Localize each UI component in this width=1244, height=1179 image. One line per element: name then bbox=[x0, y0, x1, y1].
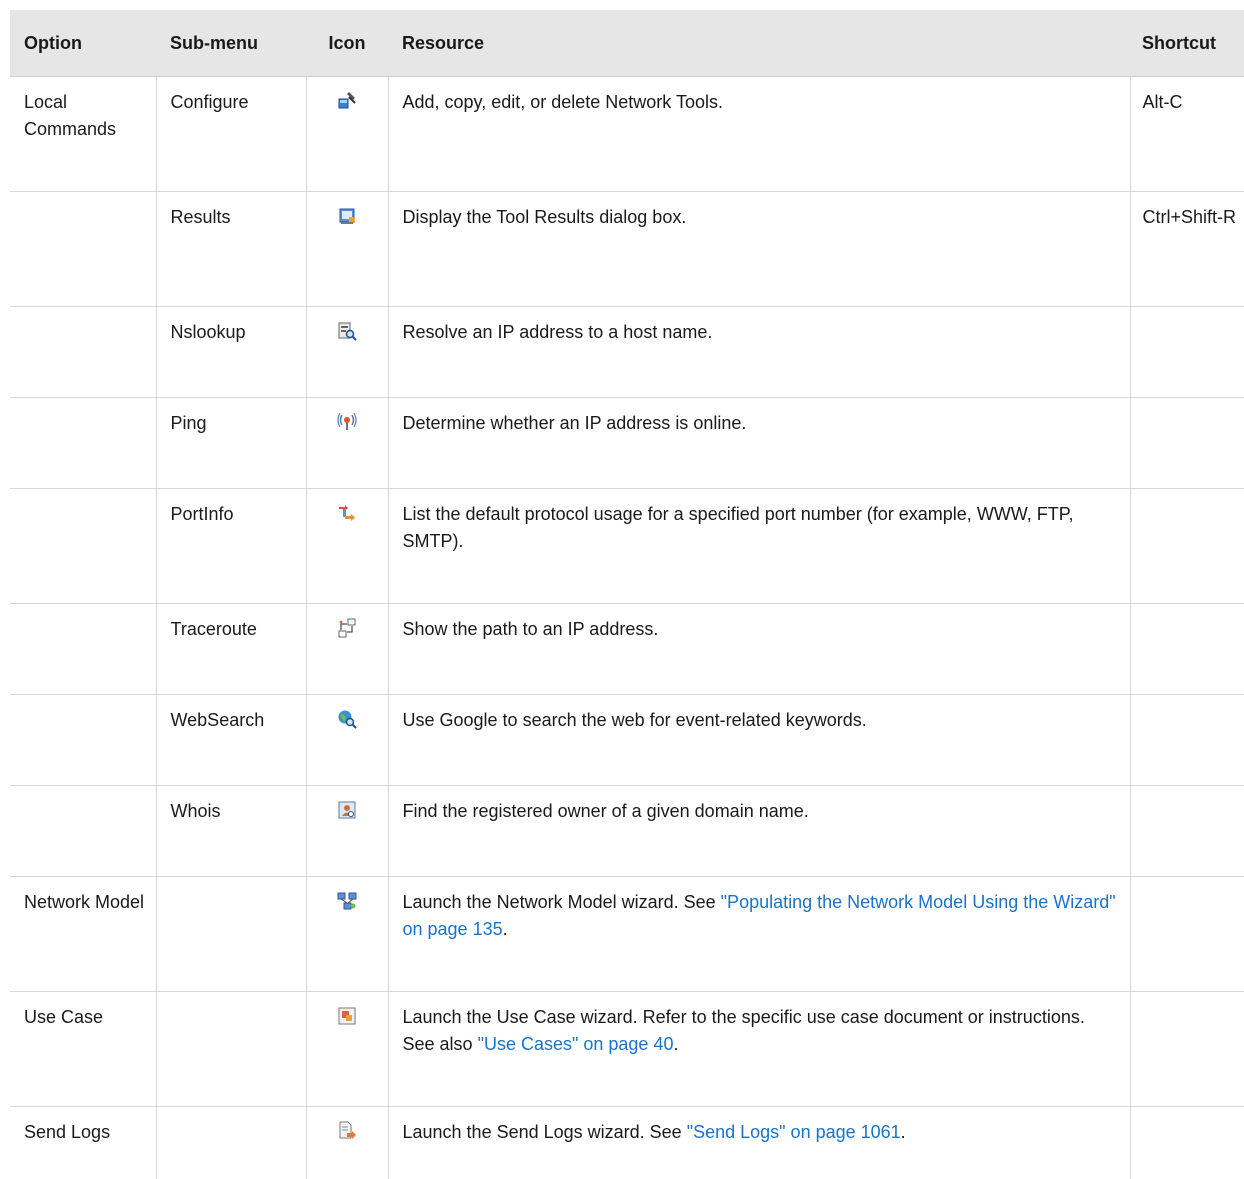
shortcut-cell: Ctrl+Shift-R bbox=[1130, 192, 1244, 307]
submenu-cell bbox=[156, 1107, 306, 1179]
table-row: Nslookup Resolve an IP address to a host… bbox=[10, 307, 1244, 398]
shortcut-cell bbox=[1130, 604, 1244, 695]
resource-cell: Launch the Network Model wizard. See "Po… bbox=[388, 877, 1130, 992]
resource-cell: List the default protocol usage for a sp… bbox=[388, 489, 1130, 604]
table-row: Traceroute Show the path to an IP addres… bbox=[10, 604, 1244, 695]
submenu-cell: PortInfo bbox=[156, 489, 306, 604]
option-cell bbox=[10, 695, 156, 786]
shortcut-cell bbox=[1130, 398, 1244, 489]
nslookup-icon bbox=[337, 321, 357, 341]
shortcut-cell bbox=[1130, 1107, 1244, 1179]
resource-cell: Determine whether an IP address is onlin… bbox=[388, 398, 1130, 489]
submenu-cell: Ping bbox=[156, 398, 306, 489]
portinfo-icon bbox=[337, 503, 357, 523]
header-option: Option bbox=[10, 10, 156, 77]
table-row: Results Display the Tool Results dialog … bbox=[10, 192, 1244, 307]
configure-icon bbox=[337, 91, 357, 111]
header-submenu: Sub-menu bbox=[156, 10, 306, 77]
option-cell bbox=[10, 192, 156, 307]
option-cell bbox=[10, 398, 156, 489]
submenu-cell bbox=[156, 992, 306, 1107]
table-row: Ping Determine whether an IP address is … bbox=[10, 398, 1244, 489]
use-case-icon bbox=[337, 1006, 357, 1026]
use-cases-link[interactable]: "Use Cases" on page 40 bbox=[478, 1034, 674, 1054]
table-row: Whois Find the registered owner of a giv… bbox=[10, 786, 1244, 877]
option-cell bbox=[10, 786, 156, 877]
send-logs-icon bbox=[337, 1121, 357, 1141]
table-row: Network Model Launch the Network Model w… bbox=[10, 877, 1244, 992]
option-cell: Local Commands bbox=[10, 77, 156, 192]
shortcut-cell: Alt-C bbox=[1130, 77, 1244, 192]
network-model-icon bbox=[337, 891, 357, 911]
submenu-cell: Whois bbox=[156, 786, 306, 877]
table-row: Send Logs Launch the Send Logs wizard. S… bbox=[10, 1107, 1244, 1179]
whois-icon bbox=[337, 800, 357, 820]
table-row: PortInfo List the default protocol usage… bbox=[10, 489, 1244, 604]
option-cell: Send Logs bbox=[10, 1107, 156, 1179]
resource-cell: Resolve an IP address to a host name. bbox=[388, 307, 1130, 398]
resource-cell: Find the registered owner of a given dom… bbox=[388, 786, 1130, 877]
shortcut-cell bbox=[1130, 695, 1244, 786]
option-cell bbox=[10, 489, 156, 604]
table-row: Use Case Launch the Use Case wizard. Ref… bbox=[10, 992, 1244, 1107]
submenu-cell: Nslookup bbox=[156, 307, 306, 398]
submenu-cell: Traceroute bbox=[156, 604, 306, 695]
resource-cell: Launch the Send Logs wizard. See "Send L… bbox=[388, 1107, 1130, 1179]
tools-table: Option Sub-menu Icon Resource Shortcut L… bbox=[10, 10, 1244, 1179]
submenu-cell: Configure bbox=[156, 77, 306, 192]
shortcut-cell bbox=[1130, 877, 1244, 992]
traceroute-icon bbox=[337, 618, 357, 638]
table-header-row: Option Sub-menu Icon Resource Shortcut bbox=[10, 10, 1244, 77]
resource-cell: Launch the Use Case wizard. Refer to the… bbox=[388, 992, 1130, 1107]
resource-cell: Add, copy, edit, or delete Network Tools… bbox=[388, 77, 1130, 192]
option-cell: Use Case bbox=[10, 992, 156, 1107]
option-cell: Network Model bbox=[10, 877, 156, 992]
header-shortcut: Shortcut bbox=[1130, 10, 1244, 77]
header-icon: Icon bbox=[306, 10, 388, 77]
option-cell bbox=[10, 604, 156, 695]
submenu-cell: WebSearch bbox=[156, 695, 306, 786]
shortcut-cell bbox=[1130, 992, 1244, 1107]
table-row: WebSearch Use Google to search the web f… bbox=[10, 695, 1244, 786]
table-row: Local Commands Configure Add, copy, edit… bbox=[10, 77, 1244, 192]
shortcut-cell bbox=[1130, 307, 1244, 398]
shortcut-cell bbox=[1130, 489, 1244, 604]
resource-cell: Use Google to search the web for event-r… bbox=[388, 695, 1130, 786]
resource-cell: Show the path to an IP address. bbox=[388, 604, 1130, 695]
submenu-cell bbox=[156, 877, 306, 992]
websearch-icon bbox=[337, 709, 357, 729]
send-logs-link[interactable]: "Send Logs" on page 1061 bbox=[687, 1122, 901, 1142]
resource-cell: Display the Tool Results dialog box. bbox=[388, 192, 1130, 307]
option-cell bbox=[10, 307, 156, 398]
submenu-cell: Results bbox=[156, 192, 306, 307]
header-resource: Resource bbox=[388, 10, 1130, 77]
shortcut-cell bbox=[1130, 786, 1244, 877]
ping-icon bbox=[337, 412, 357, 432]
results-icon bbox=[337, 206, 357, 226]
